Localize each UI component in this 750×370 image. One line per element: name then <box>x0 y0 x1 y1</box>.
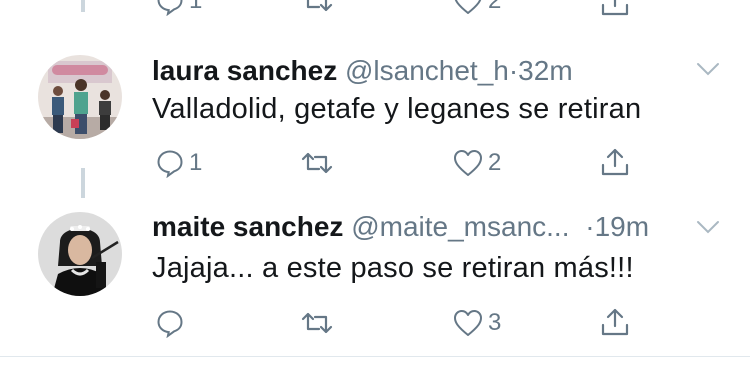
share-button[interactable] <box>600 146 630 178</box>
like-icon <box>454 150 482 176</box>
reply-button[interactable]: 1 <box>155 148 202 178</box>
chevron-down-icon[interactable] <box>695 56 721 82</box>
timestamp[interactable]: 32m <box>518 55 572 86</box>
like-button[interactable]: 2 <box>452 148 501 178</box>
previous-tweet-actions: 1 2 <box>0 0 750 22</box>
like-button[interactable]: 2 <box>452 0 501 16</box>
share-button[interactable] <box>600 0 630 18</box>
user-handle[interactable]: @maite_msanc... <box>351 211 569 242</box>
user-handle[interactable]: @lsanchet_h <box>345 55 509 86</box>
retweet-icon <box>301 152 333 174</box>
tweet-maite-sanchez[interactable]: maite sanchez @maite_msanc... ·19m Jajaj… <box>0 200 750 356</box>
separator-dot: · <box>585 211 595 242</box>
retweet-icon <box>301 312 333 334</box>
separator-dot: · <box>508 55 519 86</box>
chevron-down-icon[interactable] <box>695 214 721 240</box>
tweet-text: Valladolid, getafe y leganes se retiran <box>152 93 642 125</box>
retweet-button[interactable] <box>300 0 334 16</box>
like-icon <box>454 0 482 14</box>
reply-icon <box>157 0 183 16</box>
retweet-icon <box>306 0 333 12</box>
retweet-button[interactable] <box>300 148 338 178</box>
avatar[interactable] <box>38 55 122 139</box>
reply-button[interactable] <box>155 308 189 338</box>
share-icon <box>601 0 629 16</box>
like-count: 2 <box>488 0 502 14</box>
reply-icon <box>157 150 183 178</box>
avatar[interactable] <box>38 212 122 296</box>
tweet-header: laura sanchez @lsanchet_h·32m <box>152 55 573 87</box>
reply-count: 1 <box>189 149 203 176</box>
tweet-divider <box>0 356 750 357</box>
share-icon <box>601 148 629 176</box>
like-count: 3 <box>488 309 502 336</box>
display-name[interactable]: maite sanchez <box>152 211 343 242</box>
like-icon <box>454 310 482 336</box>
like-button[interactable]: 3 <box>452 308 501 338</box>
tweet-header: maite sanchez @maite_msanc... ·19m <box>152 211 649 243</box>
display-name[interactable]: laura sanchez <box>152 55 337 86</box>
tweet-laura-sanchez[interactable]: laura sanchez @lsanchet_h·32m Valladolid… <box>0 40 750 200</box>
timestamp[interactable]: 19m <box>595 211 649 242</box>
retweet-button[interactable] <box>300 308 338 338</box>
like-count: 2 <box>488 149 502 176</box>
share-button[interactable] <box>600 306 630 338</box>
reply-icon <box>157 310 183 338</box>
tweet-text: Jajaja... a este paso se retiran más!!! <box>152 252 634 284</box>
reply-count: 1 <box>189 0 203 14</box>
share-icon <box>601 308 629 336</box>
reply-button[interactable]: 1 <box>155 0 202 16</box>
